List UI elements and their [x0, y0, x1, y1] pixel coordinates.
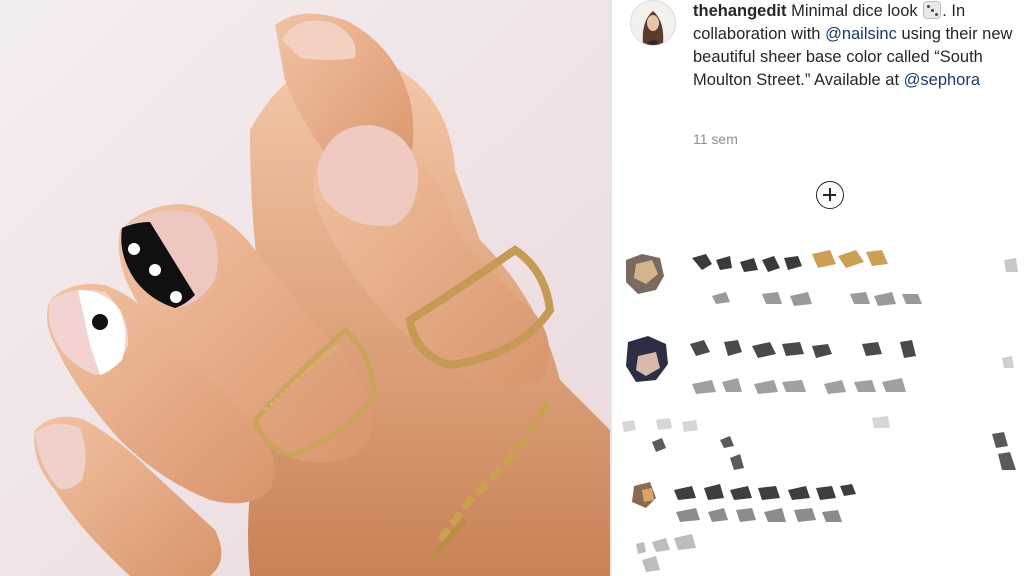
post-timestamp[interactable]: 11 sem — [693, 131, 738, 147]
comment-item — [612, 246, 1024, 316]
comments-panel: thehangedit Minimal dice look . In colla… — [612, 0, 1024, 576]
pixelated-comment — [626, 336, 1014, 394]
caption-username[interactable]: thehangedit — [693, 2, 787, 20]
mention-nailsinc[interactable]: @nailsinc — [825, 25, 897, 43]
caption-text-1: Minimal dice look — [786, 2, 923, 20]
post-photo — [0, 0, 610, 576]
hand-with-nail-art-image — [0, 0, 610, 576]
mention-sephora[interactable]: @sephora — [904, 71, 980, 89]
pixelated-comment — [626, 250, 1018, 306]
comment-item — [612, 414, 1024, 576]
pixelated-comment — [622, 416, 1016, 572]
avatar[interactable] — [630, 0, 676, 46]
dice-icon — [923, 1, 942, 19]
plus-circle-icon[interactable] — [816, 181, 844, 209]
post-caption: thehangedit Minimal dice look . In colla… — [693, 0, 1013, 92]
comment-item — [612, 332, 1024, 412]
profile-picture — [631, 1, 675, 45]
